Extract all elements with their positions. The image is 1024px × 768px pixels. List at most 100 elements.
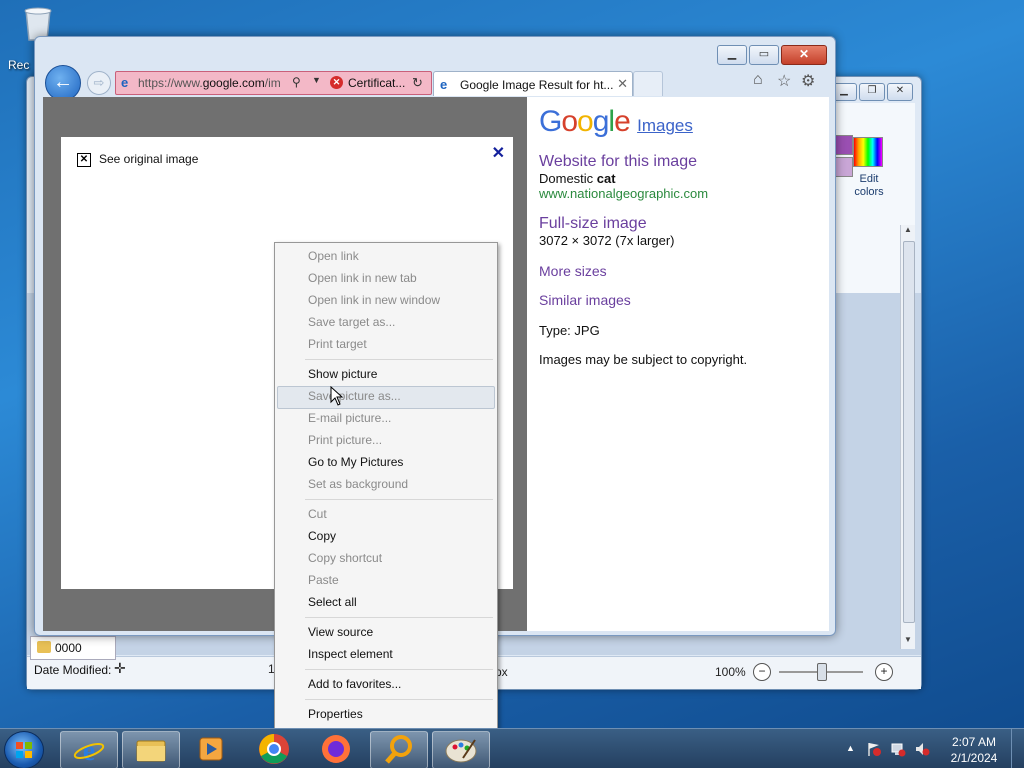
taskbar-media-player[interactable] bbox=[184, 731, 240, 767]
full-size-image-link[interactable]: Full-size image bbox=[539, 215, 819, 233]
clock-date: 2/1/2024 bbox=[950, 751, 998, 765]
ie-caption-buttons: ▁ ▭ ✕ bbox=[717, 45, 827, 65]
website-for-image-link[interactable]: Website for this image bbox=[539, 153, 819, 171]
menu-item-copy[interactable]: Copy bbox=[308, 529, 336, 543]
paint-caption-buttons: ▁ ❐ ✕ bbox=[831, 83, 913, 101]
menu-item-add-to-favorites[interactable]: Add to favorites... bbox=[308, 677, 401, 691]
menu-item-print-target[interactable]: Print target bbox=[308, 337, 367, 351]
zoom-slider-thumb[interactable] bbox=[817, 663, 827, 681]
folder-name: 0000 bbox=[55, 641, 82, 655]
menu-item-cut[interactable]: Cut bbox=[308, 507, 327, 521]
tab-close-icon[interactable]: ✕ bbox=[617, 76, 628, 92]
certificate-error-icon[interactable]: ✕ bbox=[330, 76, 343, 89]
forward-button[interactable]: ⇨ bbox=[87, 71, 111, 95]
menu-item-copy-shortcut[interactable]: Copy shortcut bbox=[308, 551, 382, 565]
menu-item-paste[interactable]: Paste bbox=[308, 573, 339, 587]
scroll-down-arrow-icon[interactable]: ▼ bbox=[901, 635, 915, 649]
paint-vertical-scrollbar[interactable]: ▲ ▼ bbox=[900, 225, 915, 649]
menu-item-set-as-background[interactable]: Set as background bbox=[308, 477, 408, 491]
ie-maximize-button[interactable]: ▭ bbox=[749, 45, 779, 65]
folder-icon bbox=[136, 740, 166, 762]
menu-item-save-target[interactable]: Save target as... bbox=[308, 315, 395, 329]
zoom-in-button[interactable]: + bbox=[875, 663, 893, 681]
edit-colors-button[interactable]: Edit colors bbox=[849, 173, 889, 199]
menu-item-email-picture[interactable]: E-mail picture... bbox=[308, 411, 391, 425]
favorites-star-icon[interactable]: ☆ bbox=[777, 71, 791, 91]
menu-item-open-link-new-window[interactable]: Open link in new window bbox=[308, 293, 440, 307]
paint-restore-button[interactable]: ❐ bbox=[859, 83, 885, 101]
home-icon[interactable]: ⌂ bbox=[753, 71, 763, 89]
address-bar[interactable]: e https://www.google.com/im ⚲ ▼ ✕ Certif… bbox=[115, 71, 432, 95]
menu-item-select-all[interactable]: Select all bbox=[308, 595, 357, 609]
edit-colors-icon[interactable] bbox=[853, 137, 883, 167]
taskbar-firefox[interactable] bbox=[308, 731, 364, 767]
menu-separator bbox=[305, 499, 493, 500]
menu-item-show-picture[interactable]: Show picture bbox=[308, 367, 377, 381]
menu-item-properties[interactable]: Properties bbox=[308, 707, 363, 721]
website-name: Domestic cat bbox=[539, 171, 616, 186]
paint-palette-icon bbox=[445, 739, 477, 763]
magnifier-icon bbox=[385, 735, 412, 764]
menu-item-save-picture-as[interactable]: Save picture as... bbox=[308, 389, 401, 403]
ie-minimize-button[interactable]: ▁ bbox=[717, 45, 747, 65]
taskbar-chrome[interactable] bbox=[246, 731, 302, 767]
image-info-panel: Google Images Website for this image Dom… bbox=[539, 105, 819, 367]
address-url[interactable]: https://www.google.com/im bbox=[138, 76, 290, 90]
action-center-flag-icon[interactable] bbox=[866, 741, 882, 757]
gear-icon[interactable]: ⚙ bbox=[801, 71, 815, 91]
taskbar-internet-explorer[interactable]: e bbox=[60, 731, 118, 768]
zoom-level: 100% bbox=[715, 665, 746, 679]
taskbar-windows-explorer[interactable] bbox=[122, 731, 180, 768]
zoom-out-button[interactable]: − bbox=[753, 663, 771, 681]
taskbar-paint[interactable] bbox=[432, 731, 490, 768]
see-original-image-link[interactable]: See original image bbox=[99, 152, 198, 166]
menu-item-view-source[interactable]: View source bbox=[308, 625, 373, 639]
menu-item-go-to-my-pictures[interactable]: Go to My Pictures bbox=[308, 455, 403, 469]
firefox-icon bbox=[322, 735, 350, 763]
close-icon[interactable]: ✕ bbox=[492, 143, 505, 163]
website-url[interactable]: www.nationalgeographic.com bbox=[539, 186, 819, 201]
date-modified-label: Date Modified: bbox=[34, 663, 112, 677]
scroll-up-arrow-icon[interactable]: ▲ bbox=[901, 225, 915, 239]
system-clock[interactable]: 2:07 AM 2/1/2024 bbox=[946, 734, 1002, 766]
taskbar: e ▲ 2:07 AM 2/1/2024 bbox=[0, 728, 1024, 768]
ie-close-button[interactable]: ✕ bbox=[781, 45, 827, 65]
image-type: Type: JPG bbox=[539, 323, 600, 338]
google-logo[interactable]: Google bbox=[539, 105, 631, 138]
similar-images-link[interactable]: Similar images bbox=[539, 292, 819, 308]
more-sizes-link[interactable]: More sizes bbox=[539, 263, 819, 279]
tab-google-image-result[interactable]: e Google Image Result for ht... ✕ bbox=[433, 71, 633, 96]
menu-separator bbox=[305, 617, 493, 618]
images-link[interactable]: Images bbox=[637, 116, 693, 135]
recycle-bin-label: Rec bbox=[8, 58, 30, 72]
broken-image-icon[interactable]: ✕ bbox=[77, 153, 91, 167]
internet-explorer-icon: e bbox=[73, 736, 105, 767]
taskbar-search-tool[interactable] bbox=[370, 731, 428, 768]
search-icon[interactable]: ⚲ bbox=[292, 75, 301, 89]
menu-separator bbox=[305, 699, 493, 700]
menu-item-open-link[interactable]: Open link bbox=[308, 249, 359, 263]
tab-title: Google Image Result for ht... bbox=[460, 78, 614, 92]
start-button[interactable] bbox=[4, 731, 44, 768]
clock-time: 2:07 AM bbox=[951, 735, 997, 749]
certificate-error-label[interactable]: Certificat... bbox=[348, 76, 405, 90]
menu-item-print-picture[interactable]: Print picture... bbox=[308, 433, 382, 447]
volume-muted-icon[interactable] bbox=[914, 741, 930, 757]
show-desktop-button[interactable] bbox=[1011, 729, 1024, 768]
menu-separator bbox=[305, 669, 493, 670]
explorer-file-item[interactable]: 0000 bbox=[30, 636, 116, 660]
network-icon[interactable] bbox=[890, 741, 906, 757]
color1-swatch[interactable] bbox=[833, 135, 853, 155]
menu-item-open-link-new-tab[interactable]: Open link in new tab bbox=[308, 271, 417, 285]
new-tab-button[interactable] bbox=[633, 71, 663, 96]
show-hidden-icons-arrow[interactable]: ▲ bbox=[846, 743, 855, 753]
ie-page-icon: e bbox=[121, 75, 129, 90]
dropdown-arrow-icon[interactable]: ▼ bbox=[312, 75, 321, 85]
refresh-icon[interactable]: ↻ bbox=[412, 75, 423, 91]
paint-close-button[interactable]: ✕ bbox=[887, 83, 913, 101]
folder-icon bbox=[37, 641, 51, 653]
media-player-icon bbox=[199, 737, 223, 761]
menu-item-inspect-element[interactable]: Inspect element bbox=[308, 647, 393, 661]
back-button[interactable]: ← bbox=[45, 65, 81, 101]
scroll-thumb[interactable] bbox=[903, 241, 915, 623]
